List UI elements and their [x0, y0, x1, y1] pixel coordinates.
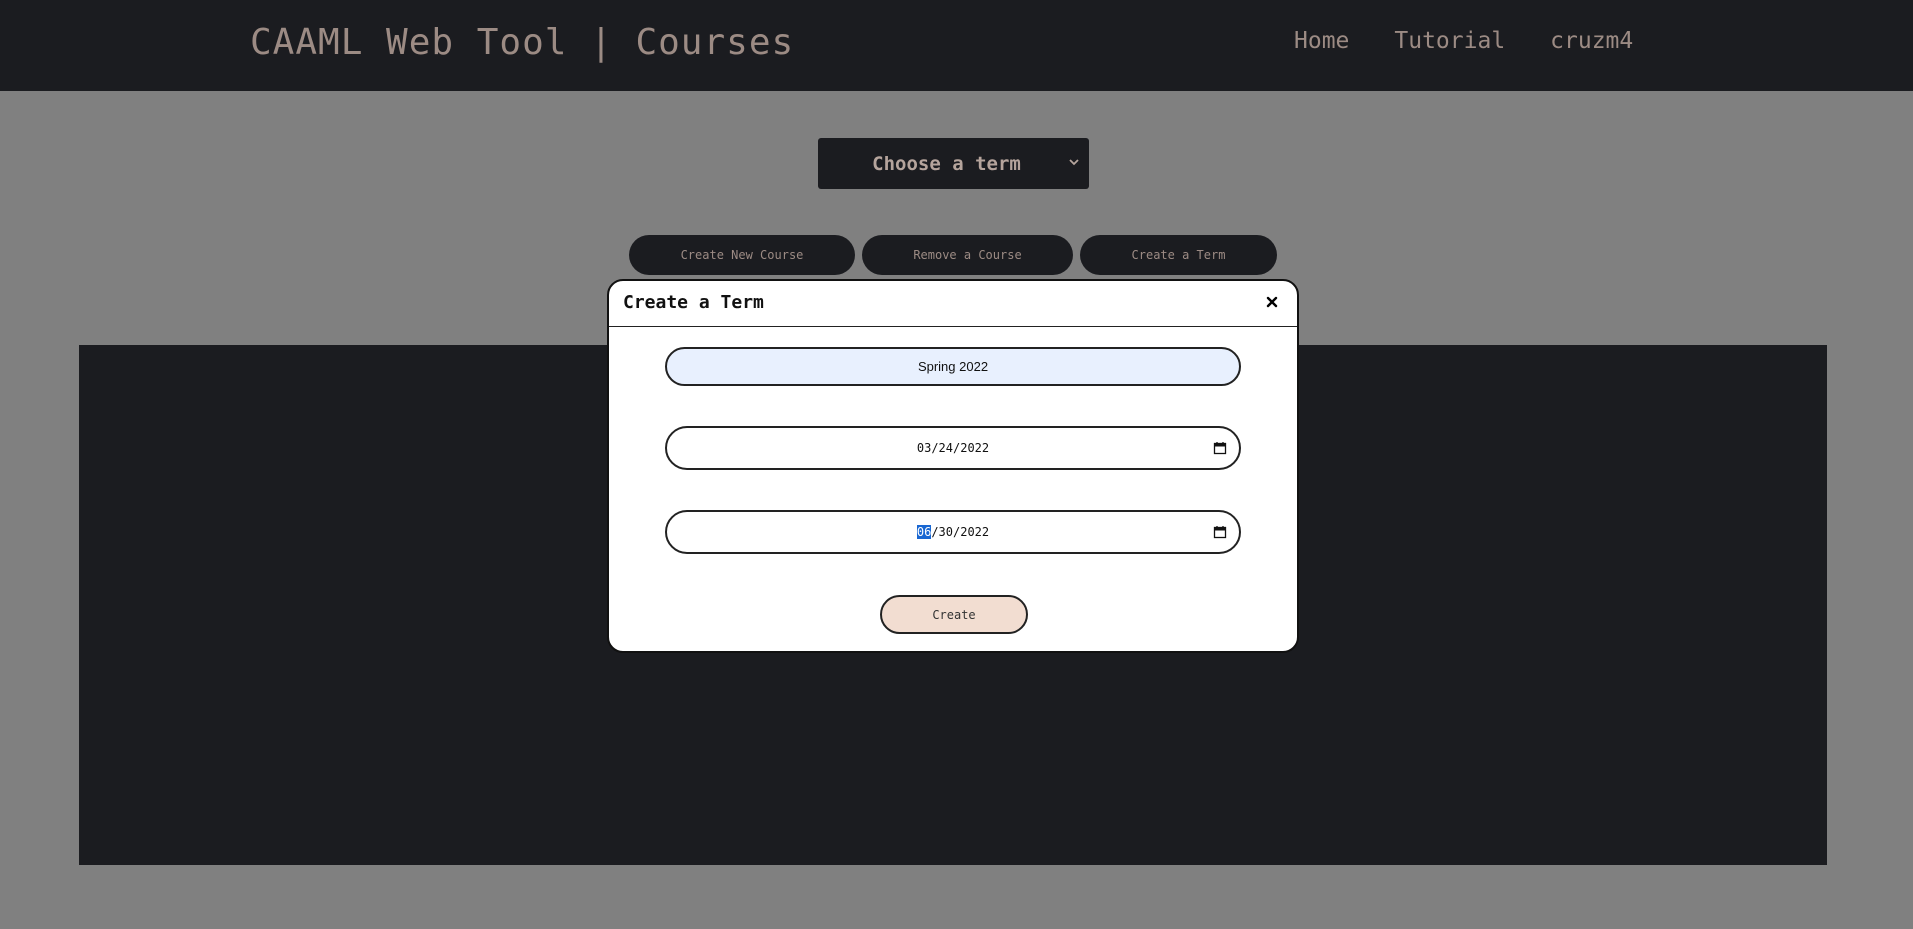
end-date-value: 06/30/2022	[916, 525, 990, 539]
modal-header: Create a Term	[609, 281, 1297, 327]
nav-home-link[interactable]: Home	[1294, 28, 1349, 54]
close-icon[interactable]	[1261, 291, 1283, 313]
start-date-input[interactable]: 03/24/2022	[665, 426, 1241, 470]
start-date-value: 03/24/2022	[916, 441, 990, 455]
end-date-month-selected[interactable]: 06	[916, 525, 932, 539]
top-navbar: CAAML Web Tool | Courses Home Tutorial c…	[0, 0, 1913, 91]
end-date-input[interactable]: 06/30/2022	[665, 510, 1241, 554]
calendar-icon[interactable]	[1213, 525, 1227, 539]
term-select[interactable]: Choose a term	[818, 138, 1089, 189]
term-name-value: Spring 2022	[917, 359, 989, 374]
calendar-icon[interactable]	[1213, 441, 1227, 455]
nav-tutorial-link[interactable]: Tutorial	[1394, 28, 1505, 54]
create-submit-button[interactable]: Create	[880, 595, 1028, 634]
term-name-input[interactable]: Spring 2022	[665, 347, 1241, 386]
nav-links: Home Tutorial cruzm4	[1294, 28, 1633, 54]
create-term-modal: Create a Term Spring 2022 03/24/2022 06/…	[607, 279, 1299, 653]
modal-title: Create a Term	[623, 292, 764, 313]
create-new-course-button[interactable]: Create New Course	[629, 235, 855, 275]
term-select-label: Choose a term	[872, 152, 1021, 175]
chevron-down-icon	[1069, 159, 1079, 166]
app-title: CAAML Web Tool | Courses	[250, 22, 795, 63]
remove-course-button[interactable]: Remove a Course	[862, 235, 1073, 275]
create-term-button[interactable]: Create a Term	[1080, 235, 1277, 275]
nav-user-link[interactable]: cruzm4	[1550, 28, 1633, 54]
